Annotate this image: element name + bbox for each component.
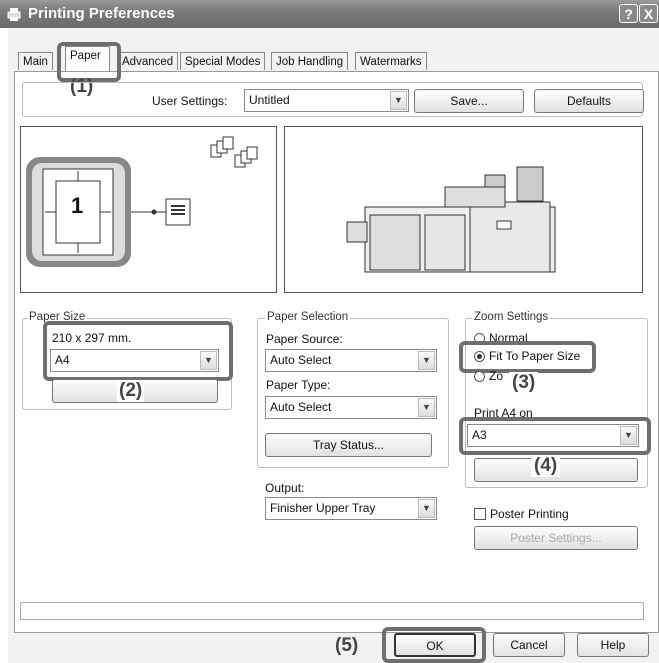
paper-source-value: Auto Select xyxy=(270,353,332,367)
paper-size-dimensions: 210 x 297 mm. xyxy=(52,331,132,345)
tab-special-modes[interactable]: Special Modes xyxy=(180,52,266,70)
callout-4: (4) xyxy=(531,455,561,477)
printer-preview xyxy=(284,126,643,293)
paper-type-value: Auto Select xyxy=(270,400,332,414)
help-button[interactable]: Help xyxy=(577,633,649,657)
close-title-button[interactable]: X xyxy=(639,4,658,23)
poster-settings-button[interactable]: Poster Settings... xyxy=(474,526,638,550)
paper-size-value: A4 xyxy=(55,353,70,367)
zoom-settings-title: Zoom Settings xyxy=(472,311,551,323)
print-on-select[interactable]: A3 ▼ xyxy=(467,424,639,447)
chevron-down-icon: ▼ xyxy=(418,398,435,417)
output-value: Finisher Upper Tray xyxy=(270,501,376,515)
window-title: Printing Preferences xyxy=(28,5,175,22)
tab-advanced[interactable]: Advanced xyxy=(117,52,179,70)
ok-button[interactable]: OK xyxy=(394,633,476,657)
user-settings-label: User Settings: xyxy=(152,94,228,108)
poster-printing-checkbox[interactable] xyxy=(474,508,486,520)
callout-2: (2) xyxy=(117,380,145,402)
poster-printing-label: Poster Printing xyxy=(490,507,569,521)
help-title-button[interactable]: ? xyxy=(619,4,638,23)
radio-fit-to-paper[interactable] xyxy=(474,351,485,362)
tab-watermarks[interactable]: Watermarks xyxy=(355,52,427,70)
cancel-button[interactable]: Cancel xyxy=(493,633,565,657)
chevron-down-icon: ▼ xyxy=(418,499,435,518)
output-label: Output: xyxy=(265,481,305,495)
tab-job-handling[interactable]: Job Handling xyxy=(271,52,349,70)
tab-main[interactable]: Main xyxy=(18,52,53,70)
chevron-down-icon: ▼ xyxy=(200,351,217,370)
status-bar xyxy=(20,602,644,620)
page-number: 1 xyxy=(71,193,84,218)
callout-3: (3) xyxy=(509,372,539,394)
chevron-down-icon: ▼ xyxy=(390,91,407,110)
paper-source-label: Paper Source: xyxy=(266,332,343,346)
paper-source-select[interactable]: Auto Select ▼ xyxy=(265,349,437,372)
paper-selection-title: Paper Selection xyxy=(265,311,351,323)
paper-size-select[interactable]: A4 ▼ xyxy=(50,349,219,372)
paper-type-label: Paper Type: xyxy=(266,378,331,392)
output-select[interactable]: Finisher Upper Tray ▼ xyxy=(265,497,437,520)
defaults-button[interactable]: Defaults xyxy=(534,89,644,113)
paper-type-select[interactable]: Auto Select ▼ xyxy=(265,396,437,419)
printer-icon xyxy=(6,6,22,22)
radio-fit-label: Fit To Paper Size xyxy=(489,349,581,363)
user-settings-value: Untitled xyxy=(249,93,290,107)
radio-zoom-label: Zo xyxy=(489,369,504,383)
print-on-value: A3 xyxy=(472,428,487,442)
chevron-down-icon: ▼ xyxy=(418,351,435,370)
chevron-down-icon: ▼ xyxy=(620,426,637,445)
radio-zoom[interactable] xyxy=(474,371,485,382)
callout-5: (5) xyxy=(335,635,359,656)
save-button[interactable]: Save... xyxy=(414,89,524,113)
user-settings-select[interactable]: Untitled ▼ xyxy=(244,89,409,112)
printer-machine-icon xyxy=(346,166,556,273)
layout-preview xyxy=(20,126,277,293)
tray-status-button[interactable]: Tray Status... xyxy=(265,433,432,457)
page-layout-diagram xyxy=(26,136,258,267)
